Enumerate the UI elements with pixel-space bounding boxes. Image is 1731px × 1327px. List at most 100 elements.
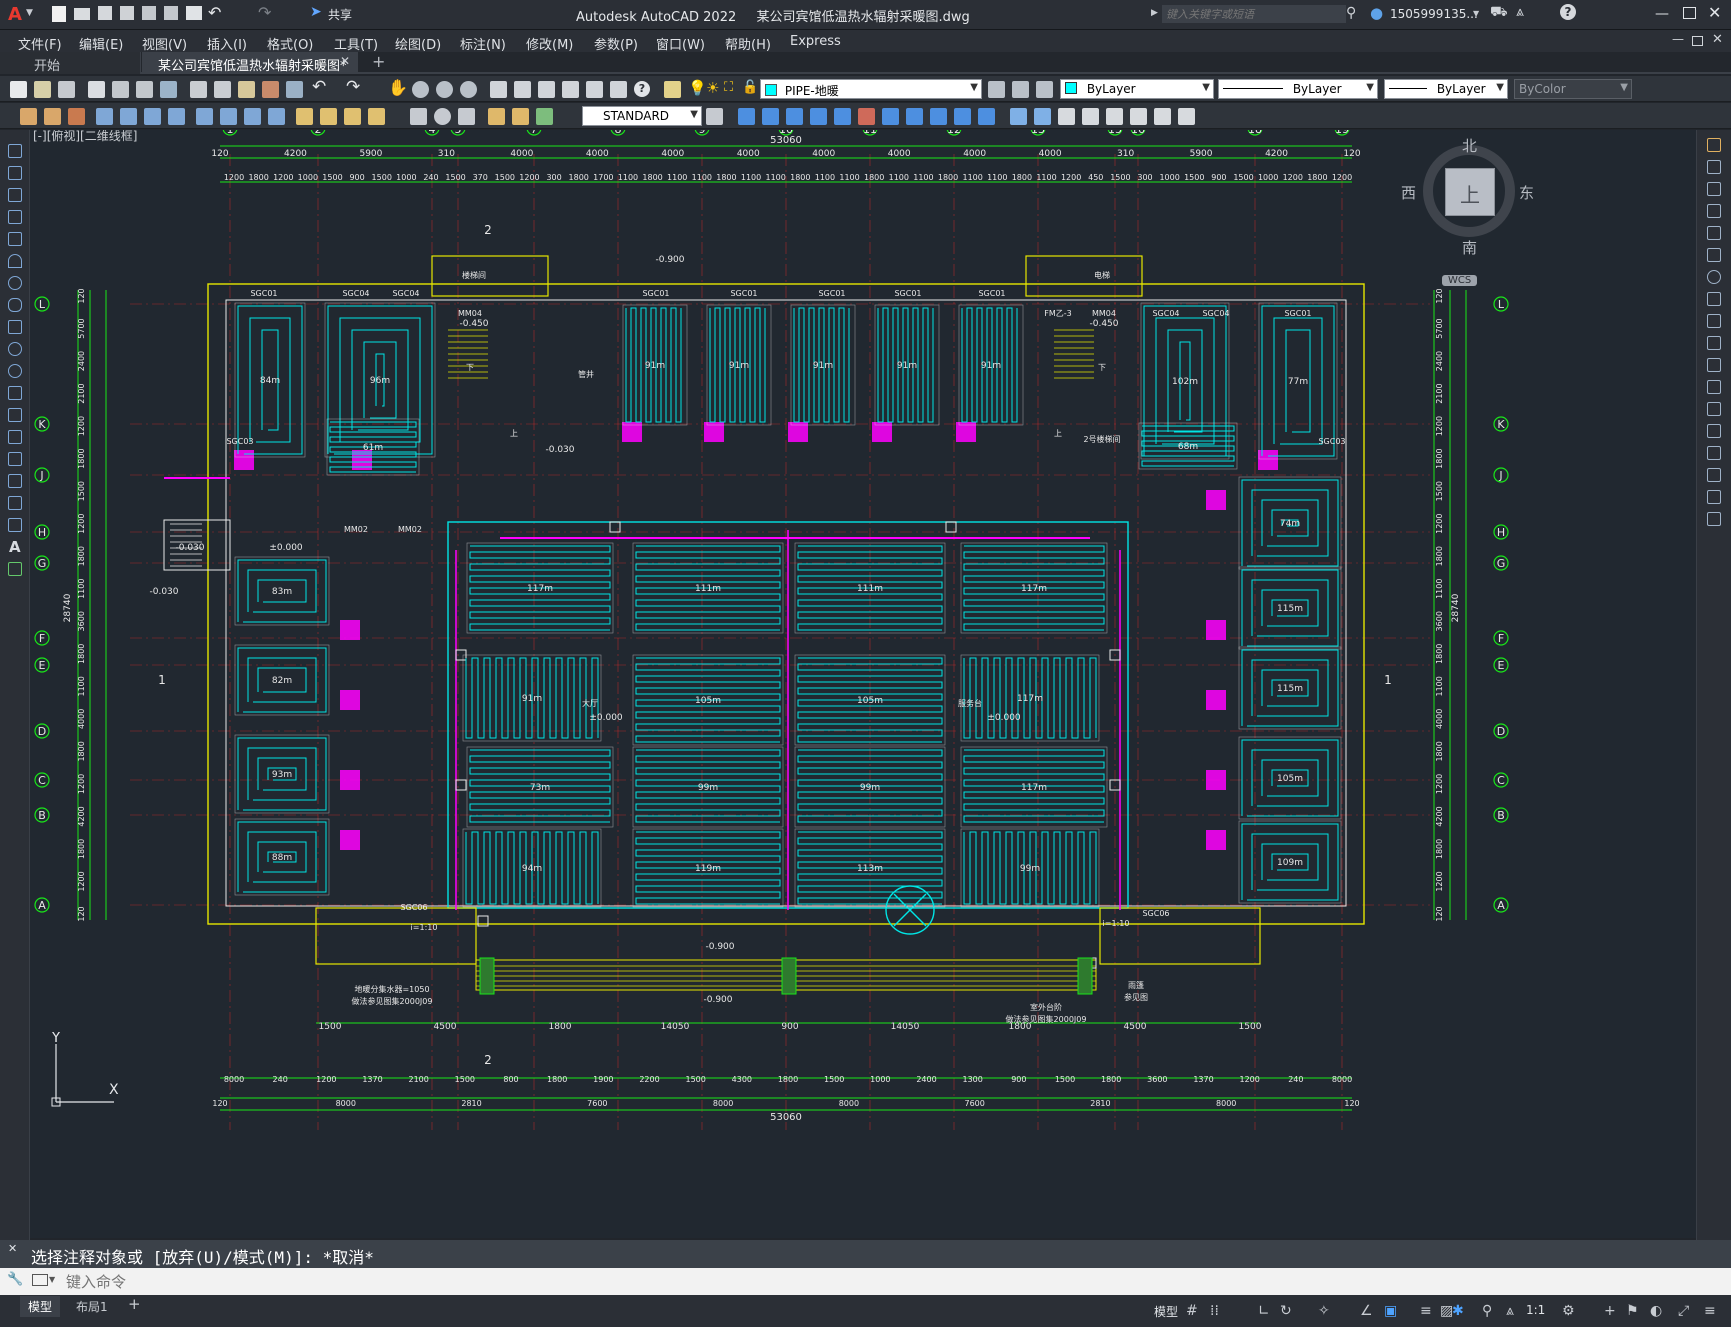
zoom-previous-icon[interactable] [460,81,477,98]
tab-close-icon[interactable]: ✕ [340,54,350,68]
subtract-icon[interactable] [1082,108,1099,125]
3d-move-icon[interactable] [1130,108,1147,125]
dim-edit-icon[interactable] [488,108,505,125]
markup-icon[interactable] [586,81,603,98]
plot-icon[interactable] [88,81,105,98]
trim-icon[interactable] [1707,336,1721,350]
infer-constraints-icon[interactable]: ∟ [1258,1303,1270,1319]
menu-file[interactable]: 文件(F) [18,34,62,53]
menu-edit[interactable]: 编辑(E) [79,34,123,53]
polyline-icon[interactable] [8,188,22,202]
redo-icon[interactable]: ↷ [258,3,271,22]
layer-properties-icon[interactable] [664,81,681,98]
plot-preview-icon[interactable] [112,81,129,98]
recent-commands-icon[interactable] [32,1274,48,1286]
3d-align-icon[interactable] [1178,108,1195,125]
ordinate-dim-icon[interactable] [168,108,185,125]
close-command-icon[interactable]: ✕ [8,1242,17,1255]
save-as-icon[interactable] [120,6,134,20]
lineweight-display-icon[interactable]: ≡ [1420,1303,1432,1319]
rotate-icon[interactable] [1707,270,1721,284]
wedge-icon[interactable] [762,108,779,125]
spline-icon[interactable] [8,320,22,334]
grid-display-icon[interactable]: # [1186,1303,1198,1319]
viewcube[interactable]: 上 北 南 西 东 WCS [1398,135,1538,295]
linetype-dropdown[interactable]: ByLayer ▼ [1218,79,1378,99]
new-tab-button[interactable]: + [372,52,385,71]
extend-icon[interactable] [1707,358,1721,372]
array-icon[interactable] [1707,226,1721,240]
linear-dim-icon[interactable] [96,108,113,125]
plotstyle-dropdown[interactable]: ByColor ▼ [1514,79,1632,99]
snap-mode-icon[interactable]: ⁞⁞ [1210,1303,1219,1319]
quick-dim-icon[interactable] [20,108,37,125]
share-icon[interactable]: ➤ [310,4,322,20]
save-icon[interactable] [58,81,75,98]
user-name[interactable]: 1505999135... [1390,7,1478,21]
union-icon[interactable] [1058,108,1075,125]
chevron-down-icon[interactable]: ▼ [49,1275,55,1284]
doc-restore-button[interactable] [1692,36,1703,46]
redo-icon[interactable]: ↷ [346,77,360,97]
menu-tools[interactable]: 工具(T) [334,34,378,53]
rectangle-icon[interactable] [8,232,22,246]
layer-on-icon[interactable]: 💡 [688,79,707,97]
menu-window[interactable]: 窗口(W) [656,34,705,53]
compass-east[interactable]: 东 [1519,182,1534,203]
menu-insert[interactable]: 插入(I) [207,34,247,53]
layer-previous-icon[interactable] [1012,81,1029,98]
dim-style-manager-icon[interactable] [706,108,723,125]
dim-override-icon[interactable] [536,108,553,125]
undo-icon[interactable]: ↶ [312,77,326,97]
polar-tracking-icon[interactable]: ↻ [1280,1303,1292,1319]
quick-leader-icon[interactable] [296,108,313,125]
construction-line-icon[interactable] [8,166,22,180]
offset-icon[interactable] [1707,204,1721,218]
blend-curves-icon[interactable] [1707,490,1721,504]
publish-icon[interactable] [136,81,153,98]
design-center-icon[interactable] [514,81,531,98]
lineweight-dropdown[interactable]: ByLayer ▼ [1384,79,1508,99]
clean-screen-icon[interactable]: ⤢ [1678,1303,1689,1319]
ellipse-arc-icon[interactable] [8,364,22,378]
workspace-gear-icon[interactable]: ⚙ [1562,1303,1575,1319]
compass-west[interactable]: 西 [1401,182,1416,203]
menu-express[interactable]: Express [790,34,841,49]
customize-icon[interactable]: 🔧 [7,1272,23,1287]
loft-icon[interactable] [1034,108,1051,125]
intersect-icon[interactable] [1106,108,1123,125]
diameter-dim-icon[interactable] [244,108,261,125]
maximize-button[interactable] [1683,7,1696,19]
menu-dimension[interactable]: 标注(N) [460,34,506,53]
compass-south[interactable]: 南 [1462,237,1477,258]
region-icon[interactable] [8,496,22,510]
tab-model[interactable]: 模型 [20,1296,61,1317]
save-web-icon[interactable] [164,6,178,20]
add-icon[interactable]: + [1604,1303,1616,1319]
tab-start[interactable]: 开始 [0,52,141,74]
pyramid-icon[interactable] [882,108,899,125]
join-icon[interactable] [1707,424,1721,438]
ellipse-icon[interactable] [8,342,22,356]
multiline-text-icon[interactable]: A [9,538,21,556]
jogged-dim-icon[interactable] [220,108,237,125]
circle-icon[interactable] [8,276,22,290]
dim-text-edit-icon[interactable] [512,108,529,125]
revision-cloud-icon[interactable] [8,298,22,312]
arc-length-icon[interactable] [144,108,161,125]
customization-icon[interactable]: ≡ [1704,1303,1716,1319]
inspect-icon[interactable] [458,108,475,125]
save-icon[interactable] [98,6,112,20]
table-icon[interactable] [8,518,22,532]
autodesk-a360-icon[interactable]: ⩓ [1516,4,1524,20]
make-block-icon[interactable] [8,408,22,422]
annotation-scale-icon[interactable]: ⩓ [1506,1303,1514,1319]
line-icon[interactable] [8,144,22,158]
calculator-icon[interactable] [610,81,627,98]
menu-format[interactable]: 格式(O) [267,34,313,53]
auto-scale-icon[interactable]: ⚲ [1482,1303,1492,1319]
close-button[interactable]: ✕ [1708,3,1721,22]
erase-icon[interactable] [1707,138,1721,152]
fillet-icon[interactable] [1707,468,1721,482]
undo-icon[interactable]: ↶ [208,3,221,22]
